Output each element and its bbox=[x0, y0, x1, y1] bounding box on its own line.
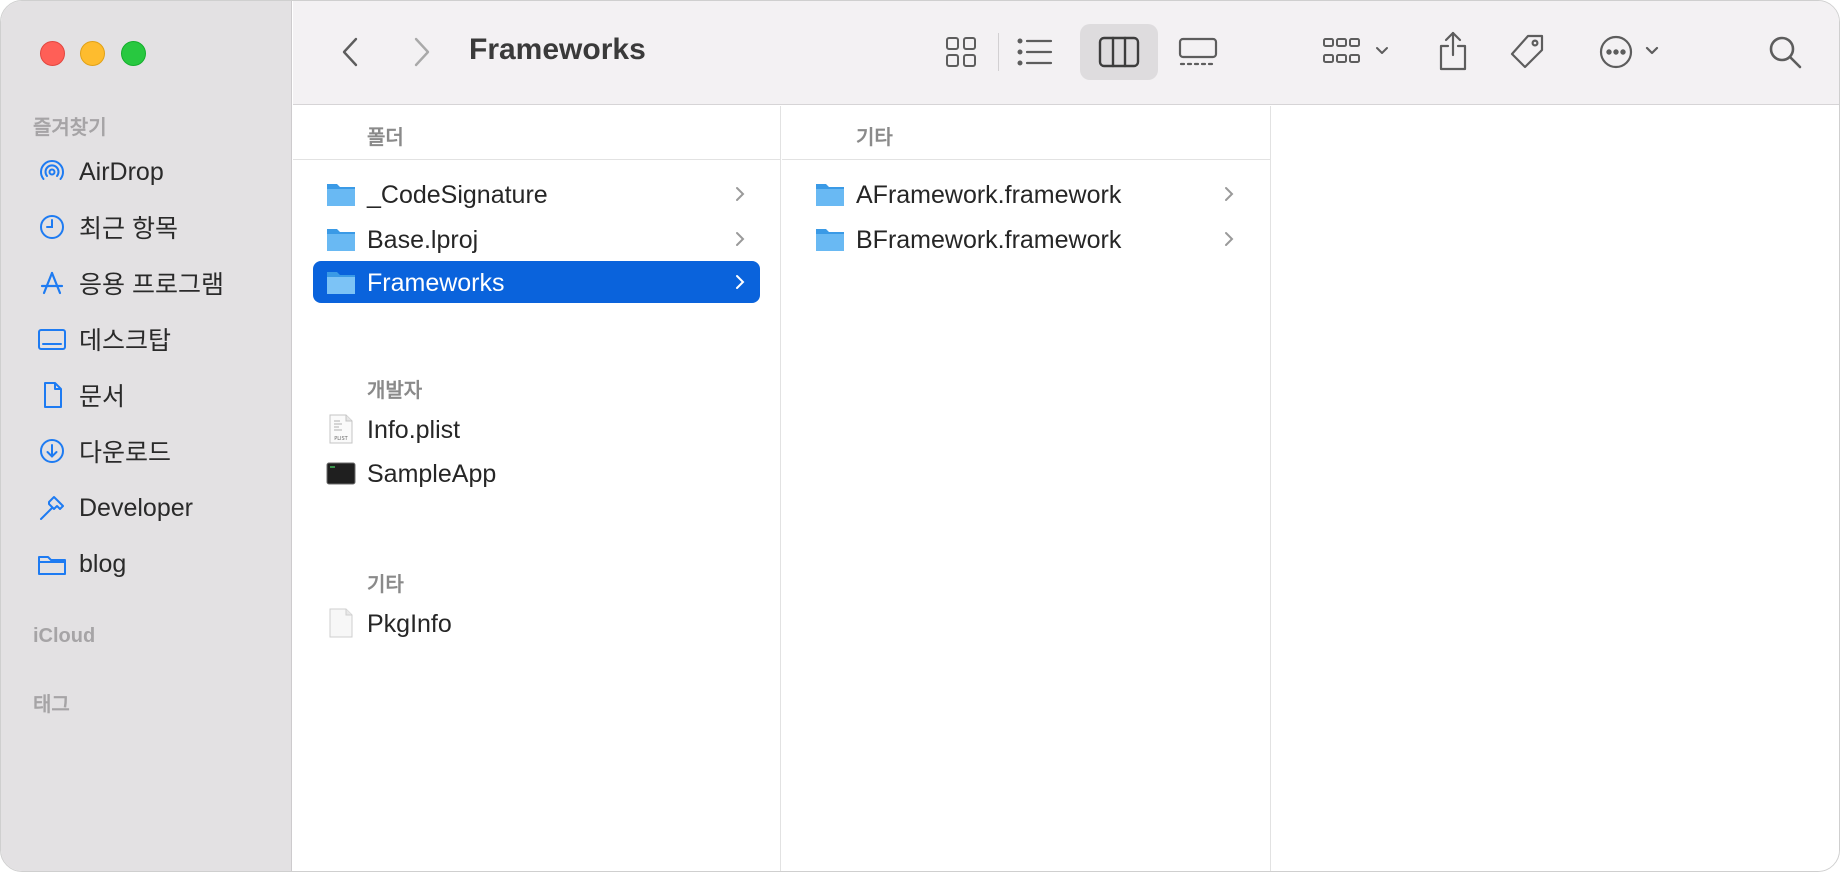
share-button[interactable] bbox=[293, 25, 333, 77]
icon-view-button[interactable] bbox=[937, 29, 985, 75]
executable-icon bbox=[326, 462, 356, 485]
chevron-right-icon bbox=[1225, 232, 1234, 246]
sidebar-item-applications[interactable]: 응용 프로그램 bbox=[37, 261, 277, 305]
back-button[interactable] bbox=[333, 29, 369, 75]
tag-icon bbox=[1510, 34, 1544, 69]
sidebar-item-label: AirDrop bbox=[79, 157, 164, 186]
forward-button[interactable] bbox=[403, 29, 439, 75]
list-item-info-plist[interactable]: PLIST Info.plist bbox=[313, 408, 760, 450]
list-item-frameworks[interactable]: Frameworks bbox=[313, 261, 760, 303]
folder-icon bbox=[327, 229, 355, 251]
group-label-developer: 개발자 bbox=[367, 380, 423, 402]
group-button[interactable] bbox=[1319, 29, 1399, 75]
sidebar-item-airdrop[interactable]: AirDrop bbox=[37, 150, 277, 194]
file-name: SampleApp bbox=[367, 460, 497, 488]
more-actions-button[interactable] bbox=[1593, 29, 1673, 75]
file-name: BFramework.framework bbox=[856, 226, 1122, 254]
column-header: 폴더 bbox=[293, 106, 780, 160]
sidebar-item-label: 최근 항목 bbox=[79, 215, 178, 243]
close-window-button[interactable] bbox=[40, 41, 65, 66]
folder-icon bbox=[37, 549, 67, 579]
search-button[interactable] bbox=[1763, 29, 1807, 75]
desktop-icon bbox=[37, 324, 67, 354]
share-button-icon-wrap[interactable] bbox=[1433, 25, 1473, 77]
window-title: Frameworks bbox=[469, 33, 646, 66]
chevron-right-icon bbox=[736, 187, 745, 201]
sidebar-section-tags[interactable]: 태그 bbox=[33, 688, 70, 717]
folder-icon bbox=[327, 184, 355, 206]
applications-icon bbox=[37, 268, 67, 298]
list-item-codesignature[interactable]: _CodeSignature bbox=[313, 173, 760, 215]
sidebar-item-label: blog bbox=[79, 549, 127, 578]
list-item-pkginfo[interactable]: PkgInfo bbox=[313, 602, 760, 644]
tag-button[interactable] bbox=[1505, 29, 1549, 75]
folder-icon bbox=[816, 184, 844, 206]
sidebar-item-documents[interactable]: 문서 bbox=[37, 373, 277, 417]
sidebar-item-label: 응용 프로그램 bbox=[79, 271, 224, 299]
browser-column-1[interactable]: 폴더 _CodeSignature Base.lproj Frameworks … bbox=[293, 106, 781, 871]
zoom-window-button[interactable] bbox=[121, 41, 146, 66]
chevron-right-icon bbox=[736, 232, 745, 246]
sidebar-item-label: 문서 bbox=[79, 383, 126, 411]
icon-view-icon bbox=[946, 37, 976, 67]
file-name: AFramework.framework bbox=[856, 181, 1122, 209]
sidebar-item-label: 다운로드 bbox=[79, 439, 172, 467]
gallery-view-icon bbox=[1178, 37, 1218, 66]
list-view-button[interactable] bbox=[1011, 29, 1059, 75]
list-item-aframework[interactable]: AFramework.framework bbox=[802, 173, 1249, 215]
airdrop-icon bbox=[37, 157, 67, 187]
column-view-button[interactable] bbox=[1080, 24, 1158, 80]
file-name: Info.plist bbox=[367, 416, 461, 444]
column-view-icon bbox=[1098, 36, 1140, 68]
file-name: _CodeSignature bbox=[367, 181, 548, 209]
folder-icon bbox=[327, 272, 355, 294]
clock-icon bbox=[37, 212, 67, 242]
toolbar-divider bbox=[998, 33, 999, 71]
folder-icon bbox=[816, 229, 844, 251]
finder-window: 즐겨찾기 AirDrop 최근 항목 응용 프로그램 데스크탑 문서 다운로드 … bbox=[0, 0, 1840, 872]
chevron-right-icon bbox=[414, 37, 430, 67]
list-item-base-lproj[interactable]: Base.lproj bbox=[313, 218, 760, 260]
plist-file-icon: PLIST bbox=[329, 414, 353, 444]
sidebar-section-favorites: 즐겨찾기 bbox=[33, 117, 107, 139]
sidebar-item-desktop[interactable]: 데스크탑 bbox=[37, 317, 277, 361]
group-label-other: 기타 bbox=[367, 574, 404, 596]
sidebar-section-icloud[interactable]: iCloud bbox=[33, 625, 95, 648]
sidebar-item-recents[interactable]: 최근 항목 bbox=[37, 205, 277, 249]
list-item-bframework[interactable]: BFramework.framework bbox=[802, 218, 1249, 260]
svg-text:PLIST: PLIST bbox=[334, 436, 348, 442]
list-view-icon bbox=[1017, 38, 1053, 66]
browser-column-3[interactable] bbox=[1272, 106, 1839, 871]
chevron-right-icon bbox=[736, 275, 745, 289]
file-name: Frameworks bbox=[367, 269, 505, 297]
minimize-window-button[interactable] bbox=[80, 41, 105, 66]
share-icon bbox=[1439, 31, 1467, 71]
sidebar-item-downloads[interactable]: 다운로드 bbox=[37, 429, 277, 473]
chevron-left-icon bbox=[342, 37, 358, 67]
sidebar-item-developer[interactable]: Developer bbox=[37, 486, 277, 530]
sidebar-item-label: 데스크탑 bbox=[79, 327, 172, 355]
sidebar: 즐겨찾기 AirDrop 최근 항목 응용 프로그램 데스크탑 문서 다운로드 … bbox=[1, 1, 292, 871]
group-icon bbox=[1323, 38, 1388, 63]
list-item-sampleapp[interactable]: SampleApp bbox=[313, 452, 760, 494]
hammer-icon bbox=[37, 493, 67, 523]
sidebar-item-blog[interactable]: blog bbox=[37, 542, 277, 586]
download-icon bbox=[37, 436, 67, 466]
column-header-label: 폴더 bbox=[367, 127, 404, 149]
sidebar-item-label: Developer bbox=[79, 493, 193, 522]
file-name: PkgInfo bbox=[367, 610, 452, 638]
gallery-view-button[interactable] bbox=[1173, 29, 1223, 75]
blank-file-icon bbox=[329, 608, 353, 638]
toolbar: Frameworks bbox=[293, 1, 1839, 105]
more-icon bbox=[1599, 35, 1659, 69]
column-header: 기타 bbox=[782, 106, 1270, 160]
browser-column-2[interactable]: 기타 AFramework.framework BFramework.frame… bbox=[782, 106, 1271, 871]
document-icon bbox=[37, 380, 67, 410]
chevron-right-icon bbox=[1225, 187, 1234, 201]
search-icon bbox=[1769, 36, 1802, 69]
file-name: Base.lproj bbox=[367, 226, 479, 254]
column-header-label: 기타 bbox=[856, 127, 893, 149]
